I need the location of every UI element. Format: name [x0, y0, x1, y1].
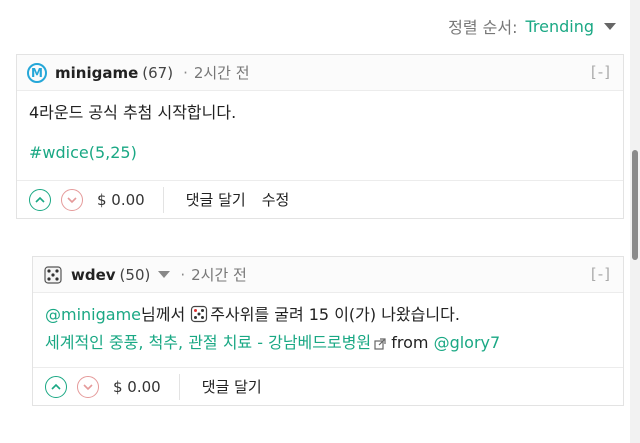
collapse-button[interactable]: [-]: [591, 265, 611, 283]
comment-footer: $ 0.00 댓글 달기 수정: [17, 180, 623, 218]
comment-wdev: wdev (50) · 2시간 전 [-] @minigame님께서 주사위를 …: [32, 256, 624, 406]
external-link-icon: [374, 337, 386, 350]
comment-minigame: M minigame (67) · 2시간 전 [-] 4라운드 공식 추첨 시…: [16, 54, 624, 219]
upvote-icon: [51, 383, 61, 390]
comment-body: 4라운드 공식 추첨 시작합니다. #wdice(5,25): [17, 91, 623, 175]
sort-dropdown-icon[interactable]: [604, 22, 616, 30]
downvote-icon: [67, 196, 77, 203]
from-user-link[interactable]: @glory7: [434, 333, 501, 352]
divider: [162, 186, 164, 213]
upvote-button[interactable]: [45, 375, 67, 398]
dice-result-text: 주사위를 굴려 15 이(가) 나왔습니다.: [210, 305, 460, 324]
avatar[interactable]: M: [27, 62, 47, 83]
comment-time[interactable]: 2시간 전: [191, 264, 247, 285]
upvote-button[interactable]: [29, 188, 51, 211]
divider: [178, 373, 180, 400]
comment-text: 4라운드 공식 추첨 시작합니다.: [29, 103, 237, 122]
reply-button[interactable]: 댓글 달기: [186, 189, 246, 210]
ad-link[interactable]: 세계적인 중풍, 척추, 관절 치료 - 강남베드로병원: [45, 333, 371, 352]
dice-icon: [191, 305, 208, 323]
comment-body: @minigame님께서 주사위를 굴려 15 이(가) 나왔습니다. 세계적인…: [33, 293, 623, 367]
author-name[interactable]: wdev: [71, 266, 116, 284]
comment-text: 님께서: [141, 305, 191, 324]
from-text: from: [391, 333, 429, 352]
comment-header: M minigame (67) · 2시간 전 [-]: [17, 55, 623, 91]
sort-label: 정렬 순서:: [448, 18, 518, 37]
hashtag-link[interactable]: #wdice(5,25): [29, 143, 137, 162]
author-reputation: (50): [119, 265, 151, 284]
collapse-button[interactable]: [-]: [591, 63, 611, 81]
payout-value[interactable]: $ 0.00: [97, 191, 145, 209]
edit-button[interactable]: 수정: [262, 189, 290, 210]
separator-dot: ·: [180, 265, 186, 284]
dice-avatar[interactable]: [43, 265, 63, 285]
sort-control[interactable]: 정렬 순서: Trending: [448, 14, 616, 38]
author-name[interactable]: minigame: [55, 64, 138, 82]
sort-value[interactable]: Trending: [525, 17, 594, 36]
downvote-icon: [83, 383, 93, 390]
comment-time[interactable]: 2시간 전: [194, 62, 250, 83]
downvote-button[interactable]: [77, 375, 99, 398]
upvote-icon: [35, 196, 45, 203]
reply-button[interactable]: 댓글 달기: [202, 376, 262, 397]
downvote-button[interactable]: [61, 188, 83, 211]
mention-link[interactable]: @minigame: [45, 305, 141, 324]
comment-header: wdev (50) · 2시간 전 [-]: [33, 257, 623, 293]
scrollbar[interactable]: [630, 0, 640, 443]
comment-footer: $ 0.00 댓글 달기: [33, 367, 623, 405]
scrollbar-thumb[interactable]: [632, 150, 638, 260]
separator-dot: ·: [183, 63, 188, 82]
author-reputation: (67): [142, 63, 174, 82]
author-menu-icon[interactable]: [158, 271, 171, 278]
payout-value[interactable]: $ 0.00: [113, 378, 161, 396]
